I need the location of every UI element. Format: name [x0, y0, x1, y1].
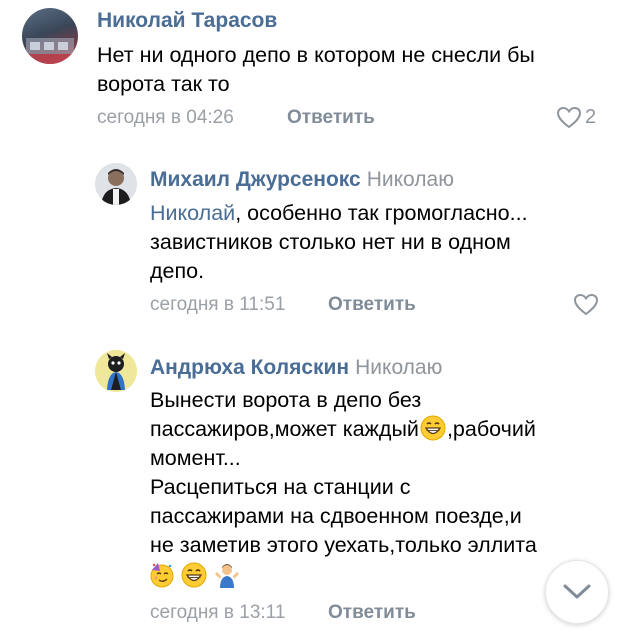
comment-text-line: завистников столько нет ни в одном [150, 230, 511, 254]
heart-icon [556, 106, 582, 129]
reply-to-label[interactable]: Николаю [355, 356, 442, 379]
comment-timestamp: сегодня в 13:11 [150, 602, 286, 623]
grinning-face-icon [181, 562, 207, 588]
like-count: 2 [585, 106, 597, 128]
avatar[interactable] [22, 8, 78, 64]
comment-timestamp: сегодня в 04:26 [97, 107, 234, 128]
comment-text-line: Вынести ворота в депо без [150, 388, 422, 412]
comment-text-line: пассажиров,может каждый ,рабочий [150, 415, 536, 441]
comment-text-line: депо. [150, 259, 205, 283]
emoji-row [148, 562, 241, 592]
reply-button[interactable]: Ответить [287, 107, 375, 129]
like-button[interactable]: 2 [556, 106, 596, 129]
comment-text-line: ворота так то [97, 72, 230, 96]
comment-text-line: пассажирами на сдвоенном поезде,и [150, 504, 522, 528]
person-shrugging-icon [214, 564, 239, 588]
comment-text-line: не заметив этого уехать,только эллита [150, 533, 537, 557]
comment-text-line: Нет ни одного депо в котором не снесли б… [97, 43, 535, 67]
comment-text-line: Николай, особенно так громогласно... [150, 201, 528, 225]
grinning-face-icon [420, 415, 446, 441]
heart-icon [573, 293, 599, 316]
scroll-down-button[interactable] [545, 560, 609, 624]
like-button[interactable] [573, 293, 599, 316]
reply-button[interactable]: Ответить [328, 294, 416, 316]
mention-link[interactable]: Николай [150, 201, 235, 225]
comment-text-line: момент... [150, 446, 241, 470]
comment-timestamp: сегодня в 11:51 [150, 294, 286, 315]
comment-author[interactable]: Николай Тарасов [97, 9, 277, 33]
comment-author[interactable]: Михаил Джурсенокс Николаю [150, 168, 454, 192]
comment-author[interactable]: Андрюха Коляскин Николаю [150, 356, 442, 380]
chevron-down-icon [563, 584, 591, 599]
partying-face-icon [150, 563, 174, 588]
avatar[interactable] [95, 163, 137, 205]
avatar[interactable] [95, 350, 137, 392]
comment-text-line: Расцепиться на станции с [150, 475, 411, 499]
reply-button[interactable]: Ответить [328, 602, 416, 624]
reply-to-label[interactable]: Николаю [367, 168, 454, 191]
